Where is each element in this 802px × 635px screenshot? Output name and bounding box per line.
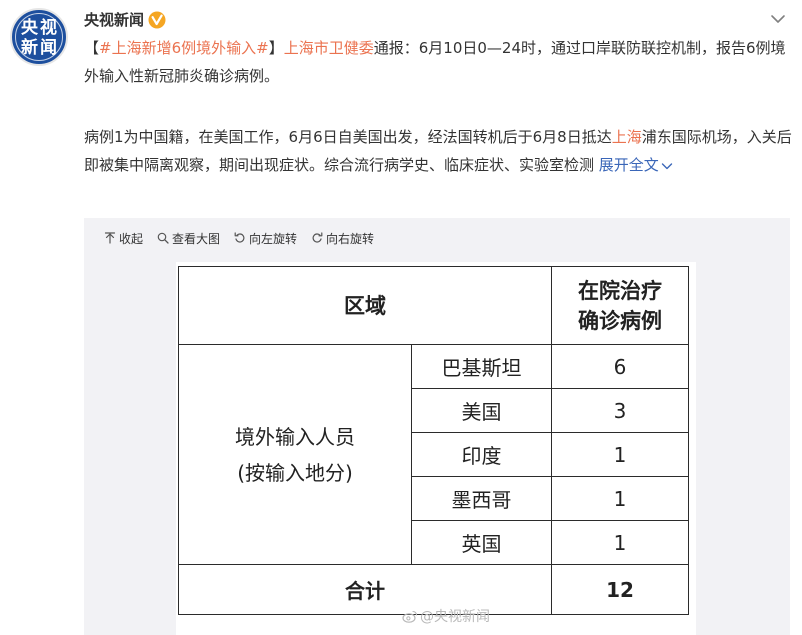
place-link[interactable]: 上海 xyxy=(612,128,642,146)
media-toolbar: 收起 查看大图 向左旋转 向右旋转 xyxy=(104,228,388,248)
header-region: 区域 xyxy=(178,266,552,345)
count-cell: 6 xyxy=(551,344,689,389)
weibo-logo-icon xyxy=(402,610,418,623)
image-watermark: @央视新闻 xyxy=(402,606,490,626)
avatar-logo-char: 新 xyxy=(21,38,38,58)
country-cell: 巴基斯坦 xyxy=(411,344,552,389)
author-name-link[interactable]: 央视新闻 xyxy=(84,9,144,30)
chevron-down-icon xyxy=(661,162,672,169)
avatar-logo-char: 央 xyxy=(21,18,38,38)
search-icon xyxy=(157,232,169,244)
rotate-right-icon xyxy=(312,232,323,243)
arrow-up-icon xyxy=(104,232,116,244)
post-text-part1: 病例1为中国籍，在美国工作，6月6日自美国出发，经法国转机后于6月8日抵达 xyxy=(84,128,612,146)
header-line: 确诊病例 xyxy=(578,308,662,333)
watermark-text: @央视新闻 xyxy=(420,609,490,625)
expand-label: 展开全文 xyxy=(598,156,659,174)
count-cell: 1 xyxy=(551,520,689,565)
media-gallery: 收起 查看大图 向左旋转 向右旋转 区域 在院治疗 确诊病例 境外输入人员 (按… xyxy=(84,218,790,635)
rotate-left-icon xyxy=(234,232,245,243)
total-label: 合计 xyxy=(178,564,552,615)
rotate-left-label: 向左旋转 xyxy=(249,231,298,246)
rotate-left-button[interactable]: 向左旋转 xyxy=(234,230,297,247)
view-large-label: 查看大图 xyxy=(172,231,221,246)
country-cell: 墨西哥 xyxy=(411,476,552,521)
post-text-body: 病例1为中国籍，在美国工作，6月6日自美国出发，经法国转机后于6月8日抵达上海浦… xyxy=(84,123,794,179)
count-cell: 1 xyxy=(551,476,689,521)
cases-table: 区域 在院治疗 确诊病例 境外输入人员 (按输入地分) 巴基斯坦 6 美国 3 … xyxy=(178,266,689,615)
collapse-button[interactable]: 收起 xyxy=(104,230,143,247)
view-large-button[interactable]: 查看大图 xyxy=(157,230,220,247)
expand-full-text-link[interactable]: 展开全文 xyxy=(599,156,673,174)
avatar-logo-char: 闻 xyxy=(40,38,57,58)
hashtag-link[interactable]: #上海新增6例境外输入# xyxy=(99,39,269,57)
count-cell: 1 xyxy=(551,432,689,477)
post-text-intro: 【#上海新增6例境外输入#】上海市卫健委通报：6月10日0—24时，通过口岸联防… xyxy=(84,34,794,90)
verified-badge-icon xyxy=(148,11,166,28)
header-confirmed-cases: 在院治疗 确诊病例 xyxy=(551,266,689,345)
group-line: (按输入地分) xyxy=(237,460,353,485)
bracket-open: 【 xyxy=(84,39,100,57)
rotate-right-label: 向右旋转 xyxy=(326,231,375,246)
avatar[interactable]: 央 视 新 闻 xyxy=(10,8,68,66)
country-cell: 英国 xyxy=(411,520,552,565)
total-value: 12 xyxy=(551,564,689,615)
post-image[interactable]: 区域 在院治疗 确诊病例 境外输入人员 (按输入地分) 巴基斯坦 6 美国 3 … xyxy=(176,262,696,635)
count-cell: 3 xyxy=(551,388,689,433)
bracket-close: 】 xyxy=(268,39,284,57)
mention-link[interactable]: 上海市卫健委 xyxy=(284,39,374,57)
country-cell: 美国 xyxy=(411,388,552,433)
rotate-right-button[interactable]: 向右旋转 xyxy=(311,230,374,247)
imported-group-cell: 境外输入人员 (按输入地分) xyxy=(178,344,412,565)
country-cell: 印度 xyxy=(411,432,552,477)
group-line: 境外输入人员 xyxy=(235,424,355,449)
header-line: 在院治疗 xyxy=(578,278,662,303)
chevron-down-icon[interactable] xyxy=(768,9,788,29)
author-block: 央视新闻 xyxy=(84,9,166,30)
avatar-logo-char: 视 xyxy=(40,18,57,38)
collapse-label: 收起 xyxy=(119,231,144,246)
